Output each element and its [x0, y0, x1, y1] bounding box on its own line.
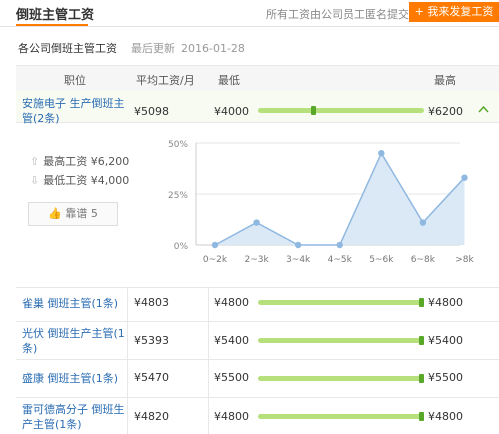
updated-date: 2016-01-28 [181, 42, 245, 55]
range-bar [258, 376, 424, 381]
col-job: 职位 [64, 74, 86, 87]
min-salary-value: ¥4,000 [90, 174, 130, 187]
range-bar [258, 414, 424, 419]
table-row[interactable]: 光伏 倒班生产主管(1条) ¥5393 ¥5400 ¥5400 [16, 321, 499, 360]
min-salary-stat: ⇩ 最低工资 ¥4,000 [30, 172, 129, 188]
arrow-down-icon: ⇩ [30, 174, 40, 187]
arrow-up-icon: ⇧ [30, 155, 40, 168]
avg-salary: ¥5393 [134, 334, 169, 347]
avg-marker [419, 298, 424, 307]
section-title: 倒班主管工资 [16, 8, 95, 23]
max-salary-label: 最高工资 [43, 155, 88, 168]
avg-marker [419, 374, 424, 383]
max-salary: ¥5500 [428, 371, 463, 384]
max-salary-value: ¥6,200 [90, 155, 130, 168]
title-underline [16, 24, 88, 26]
col-min: 最低 [218, 74, 240, 87]
section-header: 倒班主管工资 所有工资由公司员工匿名提交 + 我来发复工资 [0, 0, 499, 27]
submit-salary-button[interactable]: + 我来发复工资 [409, 2, 499, 22]
job-link[interactable]: 雷可德高分子 倒班生产主管(1条) [22, 402, 126, 432]
job-link[interactable]: 盛康 倒班主管(1条) [22, 371, 126, 386]
avg-marker [419, 412, 424, 421]
max-salary: ¥4800 [428, 410, 463, 423]
col-avg: 平均工资/月 [136, 74, 195, 87]
avg-marker [419, 336, 424, 345]
avg-salary: ¥4803 [134, 296, 169, 309]
min-salary-label: 最低工资 [43, 174, 88, 187]
like-button[interactable]: 👍 靠谱 5 [28, 202, 118, 226]
thumbs-up-icon: 👍 [48, 207, 62, 220]
min-salary: ¥5500 [214, 371, 249, 384]
min-salary: ¥4800 [214, 410, 249, 423]
table-row[interactable]: 雷可德高分子 倒班生产主管(1条) ¥4820 ¥4800 ¥4800 [16, 397, 499, 434]
avg-marker [311, 106, 317, 115]
max-salary: ¥4800 [428, 296, 463, 309]
avg-salary: ¥4820 [134, 410, 169, 423]
job-link[interactable]: 光伏 倒班生产主管(1条) [22, 326, 126, 356]
max-salary: ¥6200 [428, 105, 463, 118]
table-row[interactable]: 安施电子 生产倒班主管(2条) ¥5098 ¥4000 ¥6200 [16, 91, 499, 125]
range-bar [258, 300, 424, 305]
range-bar [258, 338, 424, 343]
table-row[interactable]: 盛康 倒班主管(1条) ¥5470 ¥5500 ¥5500 [16, 359, 499, 398]
chevron-up-icon[interactable] [478, 102, 489, 116]
anonymous-note: 所有工资由公司员工匿名提交 [266, 8, 409, 21]
col-max: 最高 [434, 74, 456, 87]
min-salary: ¥4000 [214, 105, 249, 118]
like-label: 靠谱 5 [65, 207, 98, 220]
min-salary: ¥4800 [214, 296, 249, 309]
job-link[interactable]: 雀巢 倒班主管(1条) [22, 296, 126, 311]
updated-label: 最后更新 [131, 42, 175, 55]
avg-salary: ¥5098 [134, 105, 169, 118]
range-bar [258, 108, 424, 113]
min-salary: ¥5400 [214, 334, 249, 347]
scope-label: 各公司倒班主管工资 [18, 42, 117, 55]
avg-salary: ¥5470 [134, 371, 169, 384]
table-header: 职位 平均工资/月 最低 最高 [16, 65, 499, 93]
subheader: 各公司倒班主管工资 最后更新 2016-01-28 [18, 40, 245, 56]
table-row[interactable]: 雀巢 倒班主管(1条) ¥4803 ¥4800 ¥4800 [16, 287, 499, 322]
max-salary-stat: ⇧ 最高工资 ¥6,200 [30, 153, 129, 169]
max-salary: ¥5400 [428, 334, 463, 347]
